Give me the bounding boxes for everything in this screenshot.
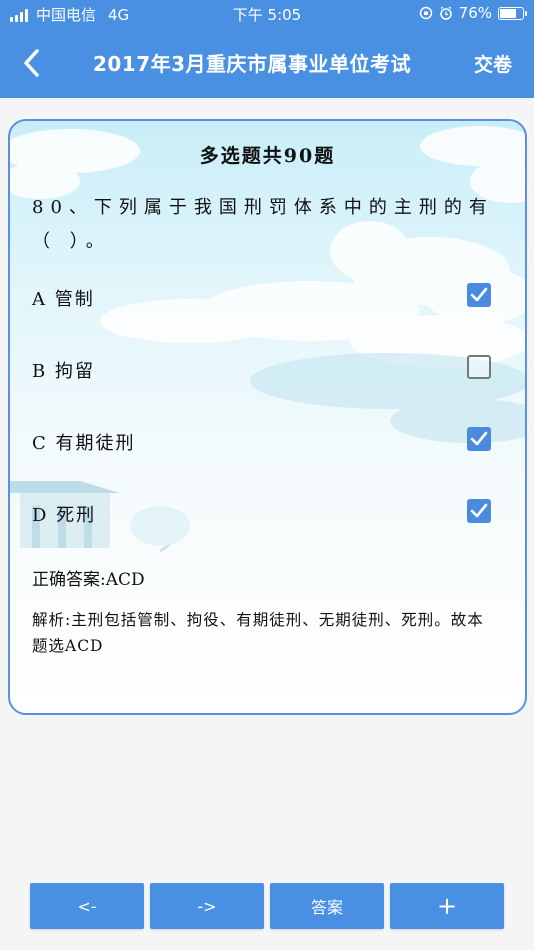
option-checkbox[interactable] xyxy=(467,355,491,379)
prev-question-button[interactable]: <- xyxy=(30,883,144,929)
checkmark-icon xyxy=(470,287,488,302)
add-button[interactable]: + xyxy=(390,883,504,929)
option-d[interactable]: D 死刑 xyxy=(10,490,525,534)
bottom-toolbar: <- -> 答案 + xyxy=(30,883,504,929)
option-checkbox[interactable] xyxy=(467,499,491,523)
alarm-icon xyxy=(439,6,452,20)
option-checkbox[interactable] xyxy=(467,283,491,307)
show-answer-button[interactable]: 答案 xyxy=(270,883,384,929)
option-checkbox[interactable] xyxy=(467,427,491,451)
checkmark-icon xyxy=(470,503,488,518)
submit-exam-button[interactable]: 交卷 xyxy=(474,50,512,77)
status-right: 76% xyxy=(419,4,527,22)
answer-analysis: 解析:主刑包括管制、拘役、有期徒刑、无期徒刑、死刑。故本题选ACD xyxy=(32,611,484,655)
option-label: A 管制 xyxy=(32,289,95,310)
chevron-left-icon xyxy=(24,49,39,77)
nav-bar: 2017年3月重庆市属事业单位考试 交卷 xyxy=(0,38,534,88)
correct-answer: 正确答案:ACD xyxy=(32,570,145,590)
option-label: C 有期徒刑 xyxy=(32,433,136,454)
status-bar: 中国电信 4G 下午 5:05 76% xyxy=(0,0,534,28)
question-text: 80、下列属于我国刑罚体系中的主刑的有（ ）。 xyxy=(32,197,494,252)
option-b[interactable]: B 拘留 xyxy=(10,346,525,390)
battery-icon xyxy=(498,6,527,20)
orientation-lock-icon xyxy=(419,6,432,20)
page-title: 2017年3月重庆市属事业单位考试 xyxy=(92,52,412,76)
option-label: D 死刑 xyxy=(32,505,97,526)
app-header: 中国电信 4G 下午 5:05 76% 2017年3月重庆市属事业单位考试 交卷 xyxy=(0,0,534,98)
option-a[interactable]: A 管制 xyxy=(10,274,525,318)
question-content: 多选题共90题 80、下列属于我国刑罚体系中的主刑的有（ ）。 A 管制 B 拘… xyxy=(10,121,525,713)
back-button[interactable] xyxy=(16,46,46,80)
question-card: 多选题共90题 80、下列属于我国刑罚体系中的主刑的有（ ）。 A 管制 B 拘… xyxy=(8,119,527,715)
option-label: B 拘留 xyxy=(32,361,95,382)
battery-percent: 76% xyxy=(458,4,492,22)
option-c[interactable]: C 有期徒刑 xyxy=(10,418,525,462)
question-heading: 多选题共90题 xyxy=(199,145,336,167)
next-question-button[interactable]: -> xyxy=(150,883,264,929)
checkmark-icon xyxy=(470,431,488,446)
